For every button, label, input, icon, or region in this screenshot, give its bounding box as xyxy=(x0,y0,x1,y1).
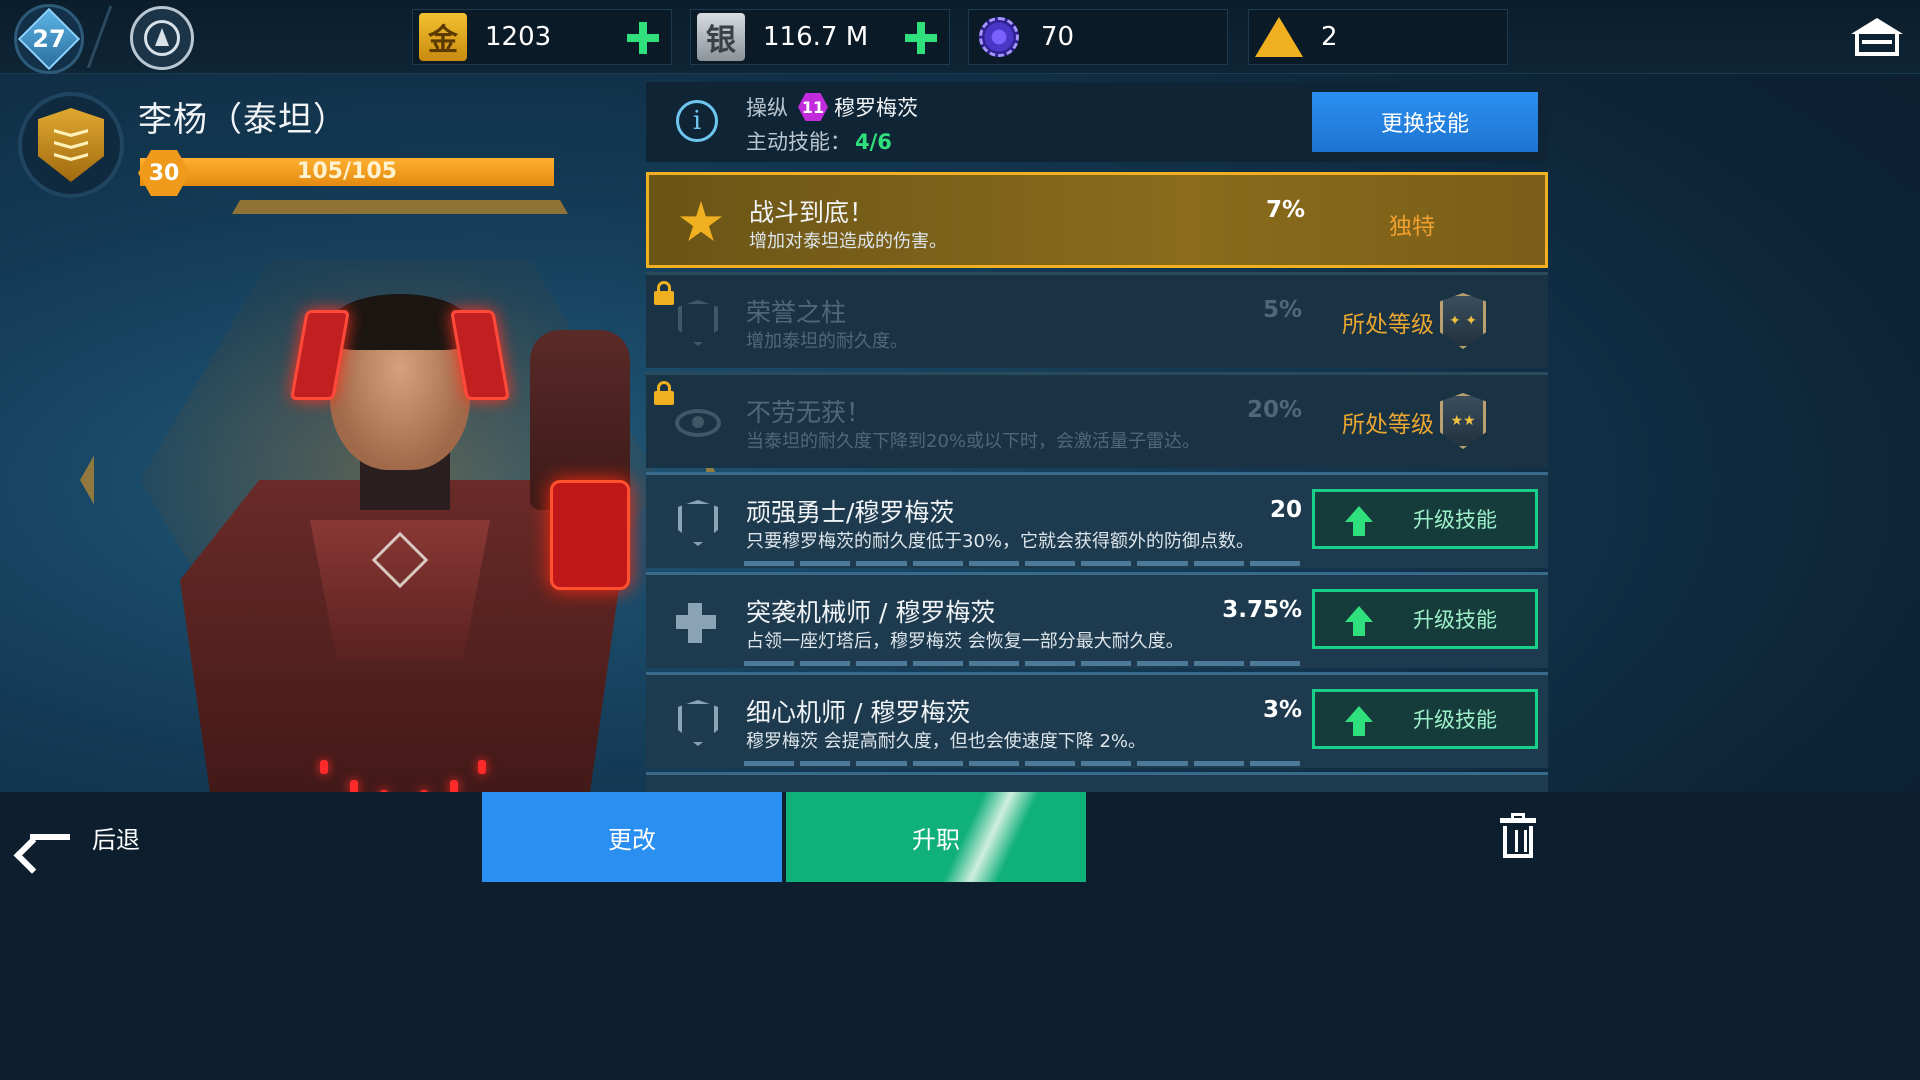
back-label: 后退 xyxy=(92,825,140,854)
trash-icon[interactable] xyxy=(1500,813,1536,858)
skill-progress xyxy=(744,761,1301,766)
home-icon xyxy=(1851,18,1903,34)
skill-row-upgradable[interactable]: 顽强勇士/穆罗梅茨 只要穆罗梅茨的耐久度低于30%，它就会获得额外的防御点数。 … xyxy=(646,472,1548,568)
active-skills-line: 主动技能： 4/6 xyxy=(746,126,892,156)
skill-row-locked[interactable]: 不劳无获！ 当泰坦的耐久度下降到20%或以下时，会激活量子雷达。 20% 所处等… xyxy=(646,372,1548,468)
skill-row-upgradable[interactable]: 细心机师 / 穆罗梅茨 穆罗梅茨 会提高耐久度，但也会使速度下降 2%。 3% … xyxy=(646,672,1548,768)
upgrade-skill-button[interactable]: 升级技能 xyxy=(1312,589,1538,649)
skill-progress xyxy=(744,561,1301,566)
pilot-xp-bar: 105/105 xyxy=(140,158,554,186)
skill-desc: 只要穆罗梅茨的耐久度低于30%，它就会获得额外的防御点数。 xyxy=(746,531,1255,552)
burst-up-icon xyxy=(675,197,727,249)
triangle-value: 2 xyxy=(1321,22,1338,52)
hangar-home-button[interactable] xyxy=(1846,8,1908,66)
gear-resource[interactable]: 70 xyxy=(968,9,1228,65)
rank-stars-icon: ✦ ✦ xyxy=(1440,293,1486,349)
gear-icon xyxy=(975,13,1023,61)
control-line: 操纵 11 穆罗梅茨 xyxy=(746,92,918,122)
upgrade-skill-label: 升级技能 xyxy=(1413,708,1497,732)
repair-plus-icon xyxy=(672,597,724,649)
skill-value: 7% xyxy=(1265,197,1305,223)
control-level-badge: 11 xyxy=(798,93,828,121)
gold-value: 1203 xyxy=(485,22,552,52)
skill-value: 20% xyxy=(1246,397,1302,423)
silver-icon: 银 xyxy=(697,13,745,61)
skill-title: 战斗到底！ xyxy=(749,198,875,227)
active-skills-label: 主动技能： xyxy=(746,130,851,154)
change-skill-button[interactable]: 更换技能 xyxy=(1312,92,1538,152)
bottom-bar: 后退 更改 升职 xyxy=(0,792,1920,1080)
chevron-rank-icon xyxy=(38,108,104,182)
divider xyxy=(86,6,113,68)
silver-resource: 银 116.7 M xyxy=(690,9,950,65)
glowing-gauntlet xyxy=(550,480,630,590)
info-icon[interactable]: i xyxy=(676,100,718,142)
control-target: 穆罗梅茨 xyxy=(834,96,918,120)
triangle-resource[interactable]: 2 xyxy=(1248,9,1508,65)
gold-resource: 金 1203 xyxy=(412,9,672,65)
skill-desc: 增加泰坦的耐久度。 xyxy=(746,331,908,352)
required-rank-label: 所处等级 xyxy=(1342,412,1434,438)
skill-progress xyxy=(744,661,1301,666)
player-level: 27 xyxy=(32,25,66,53)
edit-button[interactable]: 更改 xyxy=(482,792,782,882)
active-skills-count: 4/6 xyxy=(855,130,892,154)
skill-row-exclusive[interactable]: 战斗到底！ 增加对泰坦造成的伤害。 7% 独特 xyxy=(646,172,1548,268)
fort-up-icon xyxy=(672,497,724,549)
shield-up-icon xyxy=(672,697,724,749)
skill-desc: 穆罗梅茨 会提高耐久度，但也会使速度下降 2%。 xyxy=(746,731,1146,752)
skill-title: 突袭机械师 / 穆罗梅茨 xyxy=(746,598,996,627)
upgrade-skill-button[interactable]: 升级技能 xyxy=(1312,489,1538,549)
player-level-badge[interactable]: 27 xyxy=(14,4,84,74)
arrow-up-icon xyxy=(1345,606,1373,636)
eye-icon xyxy=(672,397,724,449)
skill-desc: 当泰坦的耐久度下降到20%或以下时，会激活量子雷达。 xyxy=(746,431,1201,452)
skill-value: 3.75% xyxy=(1222,597,1302,623)
clan-emblem-icon[interactable] xyxy=(130,6,194,70)
gold-icon: 金 xyxy=(419,13,467,61)
skill-desc: 增加对泰坦造成的伤害。 xyxy=(749,231,947,252)
back-button[interactable]: 后退 xyxy=(24,812,140,862)
upgrade-skill-label: 升级技能 xyxy=(1413,508,1497,532)
add-silver-button[interactable] xyxy=(903,20,939,56)
gear-value: 70 xyxy=(1041,22,1075,52)
skill-value: 3% xyxy=(1262,697,1302,723)
triangle-icon xyxy=(1255,13,1303,61)
skill-desc: 占领一座灯塔后，穆罗梅茨 会恢复一部分最大耐久度。 xyxy=(746,631,1184,652)
skill-value: 5% xyxy=(1262,297,1302,323)
skill-panel-header: i 操纵 11 穆罗梅茨 主动技能： 4/6 更换技能 xyxy=(646,82,1548,162)
skill-row-locked[interactable]: 荣誉之柱 增加泰坦的耐久度。 5% 所处等级 ✦ ✦ xyxy=(646,272,1548,368)
skill-title: 细心机师 / 穆罗梅茨 xyxy=(746,698,971,727)
promote-button[interactable]: 升职 xyxy=(786,792,1086,882)
arrow-up-icon xyxy=(1345,706,1373,736)
skill-title: 不劳无获！ xyxy=(746,398,872,427)
pilot-rank-badge xyxy=(18,92,124,198)
next-skill-row-peek xyxy=(646,772,1548,792)
pilot-xp-text: 105/105 xyxy=(297,159,397,184)
add-gold-button[interactable] xyxy=(625,20,661,56)
top-bar: 27 金 1203 银 116.7 M 70 2 xyxy=(0,0,1920,74)
skill-tag-unique: 独特 xyxy=(1389,214,1435,240)
upgrade-skill-label: 升级技能 xyxy=(1413,608,1497,632)
skill-row-upgradable[interactable]: 突袭机械师 / 穆罗梅茨 占领一座灯塔后，穆罗梅茨 会恢复一部分最大耐久度。 3… xyxy=(646,572,1548,668)
skill-value: 20 xyxy=(1269,497,1302,523)
arrow-up-icon xyxy=(1345,506,1373,536)
upgrade-skill-button[interactable]: 升级技能 xyxy=(1312,689,1538,749)
silver-value: 116.7 M xyxy=(763,22,869,52)
arrow-left-icon xyxy=(24,817,74,857)
required-rank-label: 所处等级 xyxy=(1342,312,1434,338)
rank-stars-icon: ★★ xyxy=(1440,393,1486,449)
shield-up-icon xyxy=(672,297,724,349)
skill-title: 顽强勇士/穆罗梅茨 xyxy=(746,498,955,527)
control-label: 操纵 xyxy=(746,96,788,120)
skill-title: 荣誉之柱 xyxy=(746,298,847,327)
pilot-name: 李杨（泰坦） xyxy=(138,100,348,140)
